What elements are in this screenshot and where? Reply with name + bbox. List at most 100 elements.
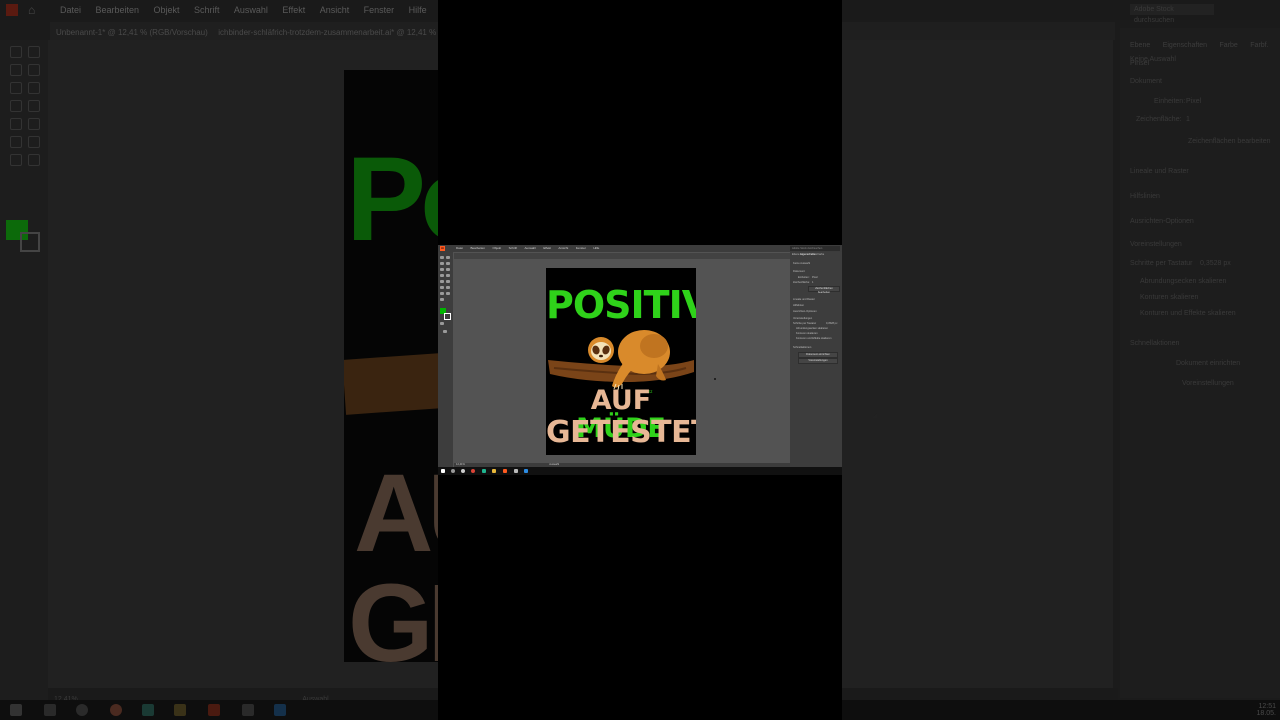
- bg-menu-type: Schrift: [193, 5, 220, 15]
- hand-tool-icon[interactable]: [446, 292, 450, 295]
- bg-tool-icon: [28, 136, 40, 148]
- pen-tool-icon[interactable]: [440, 262, 444, 265]
- panel-tab-color[interactable]: Farbe: [817, 253, 824, 256]
- menu-effect[interactable]: Effekt: [543, 245, 551, 252]
- zoom-level[interactable]: 12,41%: [456, 463, 465, 466]
- bg-search-icon: [44, 704, 56, 716]
- bg-menu-select: Auswahl: [233, 5, 268, 15]
- panel-tab-layers[interactable]: Ebene: [792, 253, 800, 256]
- artboard-tool-icon[interactable]: [440, 292, 444, 295]
- bg-rulers-grids: Lineale und Raster: [1130, 168, 1189, 175]
- chrome-icon[interactable]: [471, 469, 475, 473]
- illustrator-taskbar-icon[interactable]: [503, 469, 507, 473]
- menu-help[interactable]: Hilfe: [593, 245, 599, 252]
- sloth-back-shade: [640, 334, 668, 358]
- shape-builder-tool-icon[interactable]: [446, 280, 450, 283]
- scale-effects-checkbox[interactable]: Konturen und Effekte skalieren: [796, 337, 831, 340]
- menu-object[interactable]: Objekt: [492, 245, 501, 252]
- art-line3: GETESTET: [546, 415, 696, 450]
- artboard-value[interactable]: 1: [812, 281, 813, 284]
- artboard-label: Zeichenfläche:: [793, 281, 810, 284]
- cortana-icon[interactable]: [461, 469, 465, 473]
- bg-tool-icon: [10, 100, 22, 112]
- bg-illustrator-logo-icon: [6, 4, 18, 16]
- file-icon[interactable]: [514, 469, 518, 473]
- bg-menu-file: Datei: [60, 5, 82, 15]
- bg-tool-icon: [10, 64, 22, 76]
- menu-select[interactable]: Auswahl: [525, 245, 536, 252]
- selection-tool-icon[interactable]: [440, 256, 444, 259]
- search-field[interactable]: Adobe Stock durchsuchen: [790, 246, 840, 251]
- bg-menu-effect: Effekt: [282, 5, 306, 15]
- bg-properties-panel: Ebene Eigenschaften Farbe Farbf. Pinsel …: [1120, 28, 1280, 698]
- scale-corners-checkbox[interactable]: Abrundungsecken skalieren: [796, 327, 828, 330]
- key-increment-input[interactable]: 0,3528 px: [826, 322, 837, 325]
- bg-cortana-icon: [76, 704, 88, 716]
- properties-panel: Ebene Eigenschaften Farbe Keine Auswahl …: [790, 252, 842, 467]
- screen-mode-icon[interactable]: [443, 330, 447, 333]
- brush-tool-icon[interactable]: [446, 268, 450, 271]
- bg-tool-icon: [28, 118, 40, 130]
- document-heading: Dokument: [793, 270, 805, 273]
- taskbar: [438, 467, 842, 475]
- bg-home-icon: ⌂: [28, 3, 36, 17]
- no-selection-label: Keine Auswahl: [793, 262, 811, 265]
- direct-selection-tool-icon[interactable]: [446, 256, 450, 259]
- preferences-button[interactable]: Voreinstellungen: [798, 358, 838, 364]
- bg-menu-edit: Bearbeiten: [95, 5, 140, 15]
- scale-strokes-checkbox[interactable]: Konturen skalieren: [796, 332, 818, 335]
- units-value[interactable]: Pixel: [812, 276, 818, 279]
- menu-type[interactable]: Schrift: [509, 245, 518, 252]
- bg-windows-start-icon: [10, 704, 22, 716]
- bg-tool-icon: [10, 154, 22, 166]
- canvas-area[interactable]: POSITIV zzz AUF MÜDE GETESTET: [454, 260, 790, 467]
- edit-artboards-button[interactable]: Zeichenflächen bearbeiten: [808, 286, 840, 294]
- bg-menu-object: Objekt: [153, 5, 180, 15]
- rotate-tool-icon[interactable]: [446, 274, 450, 277]
- bg-file-icon: [242, 704, 254, 716]
- bg-menu-view: Ansicht: [319, 5, 350, 15]
- gradient-tool-icon[interactable]: [440, 286, 444, 289]
- draw-mode-icon[interactable]: [440, 322, 444, 325]
- bg-search-field: Adobe Stock durchsuchen: [1130, 4, 1214, 24]
- rectangle-tool-icon[interactable]: [440, 268, 444, 271]
- guides-label: Hilfslinien: [793, 304, 805, 307]
- bg-panel-tab: Farbe: [1219, 42, 1238, 49]
- app-icon[interactable]: [482, 469, 486, 473]
- windows-start-icon[interactable]: [441, 469, 445, 473]
- artboard[interactable]: POSITIV zzz AUF MÜDE GETESTET: [546, 268, 696, 455]
- bg-clock: 12:51 18.05.: [1257, 703, 1276, 717]
- bg-key-increment-label: Schritte per Tastatur: [1130, 260, 1193, 267]
- type-tool-icon[interactable]: [440, 274, 444, 277]
- bg-preferences: Voreinstellungen: [1130, 241, 1182, 248]
- quick-actions-heading: Schnellaktionen: [793, 346, 812, 349]
- bg-menu-window: Fenster: [363, 5, 395, 15]
- curvature-tool-icon[interactable]: [446, 262, 450, 265]
- menu-view[interactable]: Ansicht: [558, 245, 568, 252]
- stroke-color-swatch[interactable]: [444, 313, 451, 320]
- menu-edit[interactable]: Bearbeiten: [470, 245, 485, 252]
- document-tabbar: Unbenannt-1* @ 12,41 % (RGB/Vorschau) ic…: [454, 253, 790, 267]
- bg-tool-icon: [28, 64, 40, 76]
- file-explorer-icon[interactable]: [492, 469, 496, 473]
- eraser-tool-icon[interactable]: [440, 280, 444, 283]
- bg-tab-1: Unbenannt-1* @ 12,41 % (RGB/Vorschau): [56, 28, 208, 37]
- bg-opt-scale-effects: Konturen und Effekte skalieren: [1140, 310, 1236, 317]
- menu-file[interactable]: Datei: [456, 245, 463, 252]
- panel-tab-properties[interactable]: Eigenschaften: [800, 253, 816, 256]
- search-icon[interactable]: [451, 469, 455, 473]
- bg-tool-icon: [28, 46, 40, 58]
- eyedropper-tool-icon[interactable]: [446, 286, 450, 289]
- menu-window[interactable]: Fenster: [576, 245, 586, 252]
- units-label: Einheiten:: [798, 276, 810, 279]
- bg-quick-actions: Schnellaktionen: [1130, 340, 1180, 347]
- bg-tool-icon: [28, 154, 40, 166]
- illustrator-logo-icon: Ai: [440, 246, 445, 251]
- bg-artboard-value: 1: [1186, 116, 1190, 123]
- bg-panel-tab: Eigenschaften: [1162, 42, 1208, 49]
- app-icon[interactable]: [524, 469, 528, 473]
- zoom-tool-icon[interactable]: [440, 298, 444, 301]
- bg-panel-tab: Ebene: [1130, 42, 1151, 49]
- bg-units-label: Einheiten:: [1154, 98, 1186, 105]
- snap-options-label: Ausrichten-Optionen: [793, 310, 817, 313]
